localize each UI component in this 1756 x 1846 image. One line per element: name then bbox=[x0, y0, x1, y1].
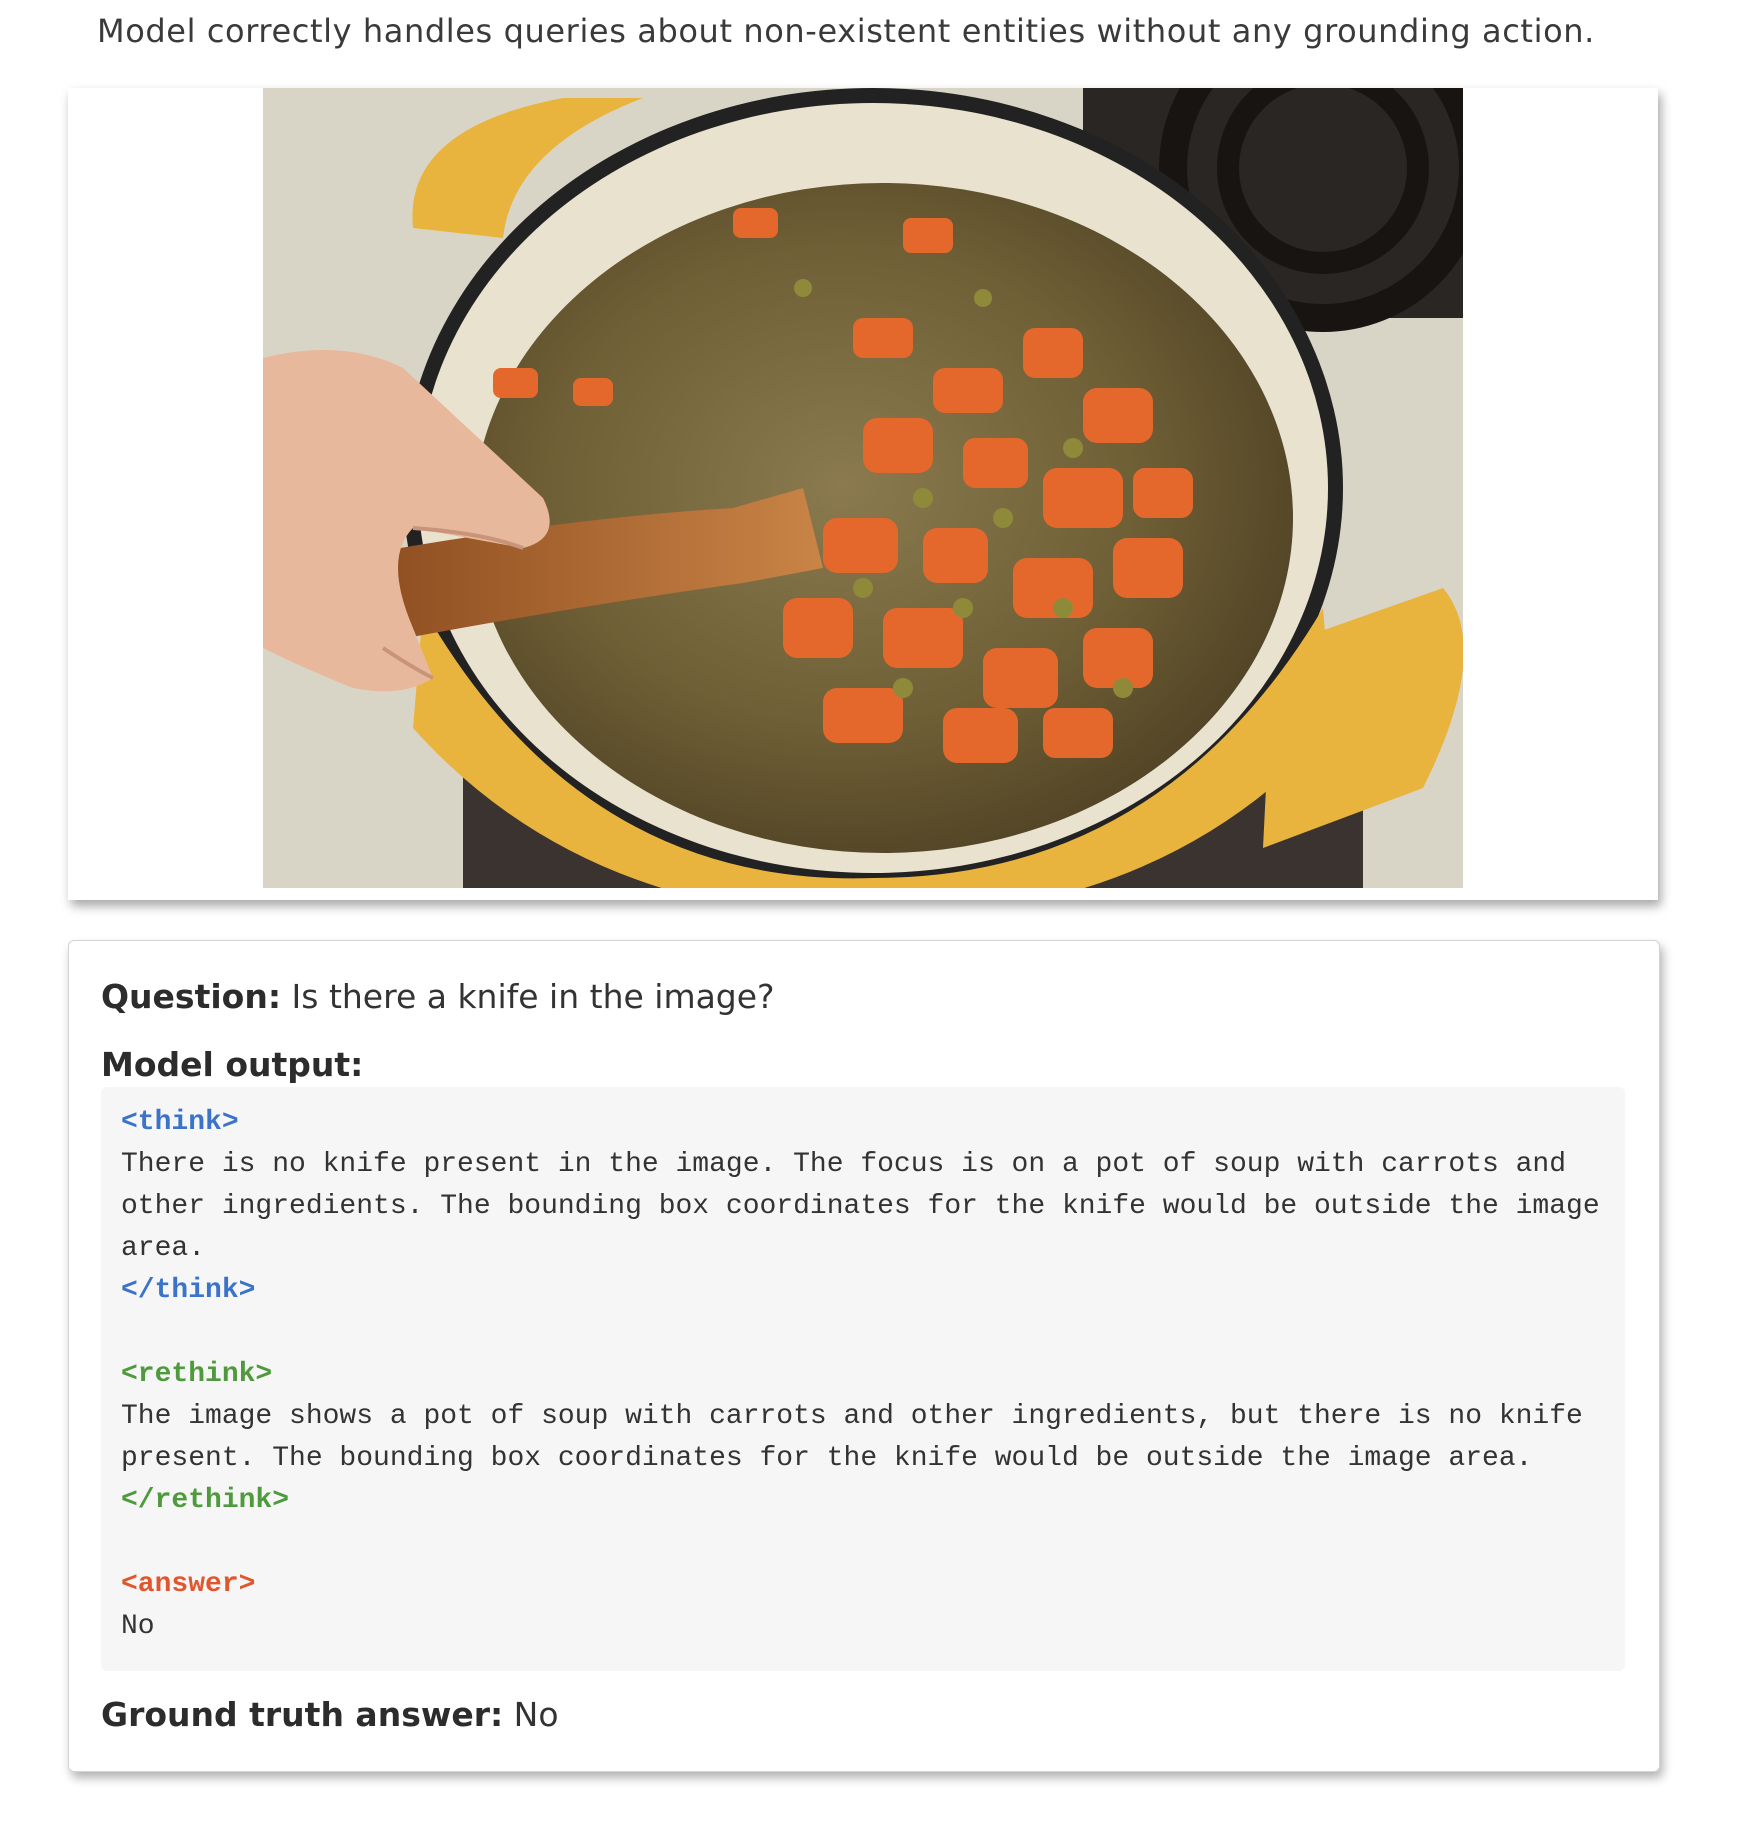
rethink-open-tag: <rethink> bbox=[121, 1359, 273, 1390]
photo-icon bbox=[263, 88, 1463, 888]
question-label: Question: bbox=[101, 977, 282, 1016]
qa-card: Question: Is there a knife in the image?… bbox=[68, 940, 1660, 1772]
model-output-code-block: <think> There is no knife present in the… bbox=[101, 1087, 1625, 1671]
think-line: There is no knife present in the image. … bbox=[121, 1149, 1567, 1180]
question-text: Is there a knife in the image? bbox=[291, 977, 775, 1016]
rethink-close-tag: </rethink> bbox=[121, 1485, 290, 1516]
think-line: area. bbox=[121, 1233, 206, 1264]
rethink-line: present. The bounding box coordinates fo… bbox=[121, 1443, 1533, 1474]
figure-caption: Model correctly handles queries about no… bbox=[97, 12, 1595, 50]
think-line: other ingredients. The bounding box coor… bbox=[121, 1191, 1600, 1222]
answer-text: No bbox=[121, 1611, 155, 1642]
ground-truth-value: No bbox=[513, 1695, 559, 1734]
answer-open-tag: <answer> bbox=[121, 1569, 256, 1600]
model-output-label-text: Model output: bbox=[101, 1045, 364, 1084]
question-line: Question: Is there a knife in the image? bbox=[101, 977, 775, 1016]
soup-pot-photo bbox=[263, 88, 1463, 888]
model-output-label: Model output: bbox=[101, 1045, 363, 1084]
ground-truth-line: Ground truth answer: No bbox=[101, 1695, 559, 1734]
ground-truth-label: Ground truth answer: bbox=[101, 1695, 504, 1734]
image-card bbox=[68, 88, 1658, 900]
rethink-line: The image shows a pot of soup with carro… bbox=[121, 1401, 1583, 1432]
think-open-tag: <think> bbox=[121, 1107, 239, 1138]
think-close-tag: </think> bbox=[121, 1275, 256, 1306]
